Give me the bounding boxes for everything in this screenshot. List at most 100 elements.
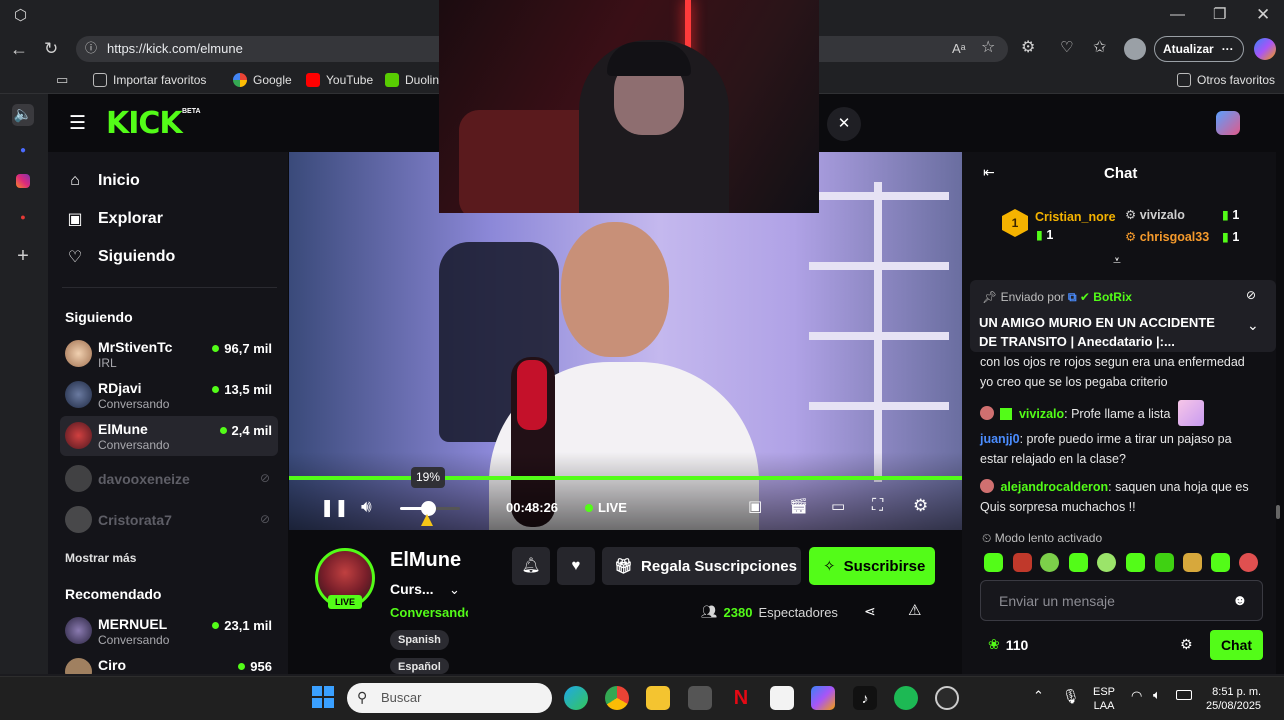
following-channel-mrstiventc[interactable]: MrStivenTc IRL 96,7 mil [60,334,278,374]
playback-progress-bar[interactable] [289,476,962,480]
following-channel-cristorata7[interactable]: Cristorata7 ⊘ [60,500,278,540]
new-tab-icon[interactable]: + [12,245,34,267]
top-gifter-name[interactable]: ⚙ chrisgoal33 [1125,229,1209,244]
settings-gear-icon[interactable]: ⚙ [913,497,928,514]
netflix-icon[interactable]: N [729,686,753,710]
top-gifter-name[interactable]: ⚙ vivizalo [1125,207,1185,222]
clip-icon[interactable]: 🎬︎ [789,499,808,514]
following-channel-davooxeneize[interactable]: davooxeneize ⊘ [60,459,278,499]
emote-icon[interactable] [984,553,1003,572]
emote-icon[interactable] [1183,553,1202,572]
show-more-link[interactable]: Mostrar más [65,551,136,565]
microphone-icon[interactable]: 🎙︎ [1062,688,1080,705]
youtube-tab-icon[interactable]: ● [12,206,34,228]
windows-start-icon[interactable] [312,686,334,708]
live-indicator[interactable]: LIVE [585,500,627,515]
send-chat-button[interactable]: Chat [1210,630,1263,660]
instagram-tab-icon[interactable] [12,173,34,195]
close-window-icon[interactable]: ✕ [1256,6,1270,23]
emote-icon[interactable] [1126,553,1145,572]
message-username[interactable]: vivizalo [1019,407,1064,421]
page-scrollbar[interactable] [1276,505,1280,519]
theater-mode-icon[interactable]: ▭ [831,499,845,514]
clear-search-icon[interactable]: ✕ [827,107,861,141]
miniplayer-icon[interactable]: ▣ [748,499,762,514]
top-gifter-name[interactable]: Cristian_nore [1035,210,1116,224]
message-username[interactable]: juanjj0 [980,432,1020,446]
browser-essentials-icon[interactable]: ♡ [1060,40,1073,55]
channel-category[interactable]: Curs... [390,581,434,597]
hide-pinned-icon[interactable]: ⊘ [1246,289,1256,301]
message-username[interactable]: alejandrocalderon [1000,480,1108,494]
back-icon[interactable]: ← [10,40,28,58]
battery-icon[interactable] [1176,690,1192,700]
fav-import[interactable]: Importar favoritos [93,73,206,87]
channel-points[interactable]: ❀ 110 [988,636,1028,653]
nav-explorar[interactable]: ▣ Explorar [66,209,162,229]
collapse-chat-icon[interactable]: ⇤ [983,165,995,179]
volume-icon[interactable]: 🔊︎ [361,498,372,515]
pause-icon[interactable]: ❚❚ [320,499,349,516]
kick-logo[interactable]: KICK [106,106,183,141]
fullscreen-icon[interactable]: ⛶ [872,498,883,514]
menu-icon[interactable]: ☰ [69,114,86,133]
taskbar-search[interactable] [347,683,552,713]
app-icon[interactable] [688,686,712,710]
nav-siguiendo[interactable]: ♡ Siguiendo [66,247,176,267]
chrome-icon[interactable] [605,686,629,710]
edge-icon[interactable] [564,686,588,710]
recommended-channel-mernuel[interactable]: MERNUEL Conversando 23,1 mil [60,611,278,651]
recommended-channel-ciro[interactable]: Ciro 956 [60,652,278,674]
user-avatar[interactable] [1216,111,1240,135]
minimize-icon[interactable]: — [1170,7,1185,22]
store-icon[interactable] [770,686,794,710]
fav-duolingo[interactable]: Duolin [385,73,439,87]
tray-chevron-icon[interactable]: ⌃ [1033,688,1044,704]
following-channel-rdjavi[interactable]: RDjavi Conversando 13,5 mil [60,375,278,415]
tag-spanish[interactable]: Spanish [390,630,449,650]
file-explorer-icon[interactable] [646,686,670,710]
read-aloud-icon[interactable]: Aᵃ [952,42,966,55]
wifi-icon[interactable]: ◠ [1131,688,1142,704]
emote-icon[interactable] [1155,553,1174,572]
maximize-icon[interactable]: ❐ [1213,7,1226,22]
subscribe-button[interactable]: ✧ Suscribirse [809,547,935,585]
fav-other[interactable]: Otros favoritos [1177,73,1275,87]
taskbar-clock[interactable]: 8:51 p. m. 25/08/2025 [1206,685,1261,713]
browser-workspaces-icon[interactable]: ⬡ [14,8,27,23]
emote-icon[interactable] [1069,553,1088,572]
spotify-icon[interactable] [894,686,918,710]
tab-actions-icon[interactable]: ▭ [56,73,68,86]
expand-leaderboard-icon[interactable]: ⩡ [1113,253,1121,267]
emote-icon[interactable] [1239,553,1258,572]
chevron-down-icon[interactable]: ⌄ [449,582,460,598]
update-button[interactable]: Atualizar ··· [1154,36,1244,62]
copilot-icon[interactable] [1254,38,1276,60]
tab-icon[interactable]: ● [12,140,34,162]
chevron-down-icon[interactable]: ⌄ [1247,318,1259,332]
fav-youtube[interactable]: YouTube [306,73,373,87]
profile-avatar[interactable] [1124,38,1146,60]
emote-icon[interactable] [1040,553,1059,572]
tag-espanol[interactable]: Español [390,658,449,674]
site-info-icon[interactable]: ⓘ [85,42,97,54]
gift-subscriptions-button[interactable]: 🎁︎ Regala Suscripciones [602,547,801,585]
copilot-taskbar-icon[interactable] [811,686,835,710]
emoji-picker-icon[interactable]: ☻ [1232,593,1248,608]
following-channel-elmune[interactable]: ElMune Conversando 2,4 mil [60,416,278,456]
audio-tab-icon[interactable]: 🔈 [12,104,34,126]
extensions-icon[interactable]: ⚙ [1021,40,1035,56]
favorites-icon[interactable]: ✩ [1093,40,1106,56]
chat-settings-icon[interactable]: ⚙ [1180,637,1193,651]
reload-icon[interactable]: ↻ [44,40,58,57]
tiktok-icon[interactable]: ♪ [853,686,877,710]
emote-icon[interactable] [1097,553,1116,572]
follow-button[interactable]: ♥ [557,547,595,585]
favorite-star-icon[interactable]: ☆ [981,40,995,56]
notifications-button[interactable]: 🔔︎ [512,547,550,585]
app-icon[interactable] [935,686,959,710]
emote-icon[interactable] [1211,553,1230,572]
share-icon[interactable]: ⋖ [864,604,876,618]
language-indicator[interactable]: ESP LAA [1093,685,1115,713]
speaker-icon[interactable]: 🔈︎ [1153,687,1161,703]
